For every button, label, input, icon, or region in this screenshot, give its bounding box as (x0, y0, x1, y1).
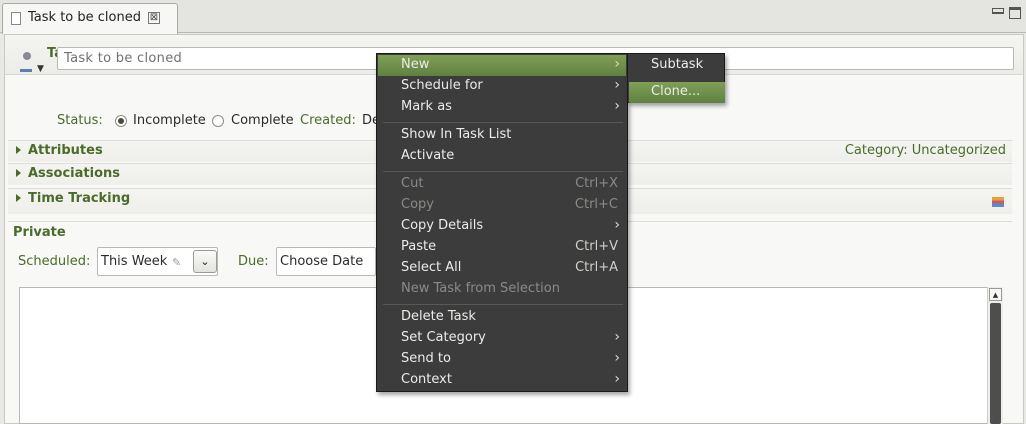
menu-item-copy[interactable]: Copy Ctrl+C (378, 195, 626, 216)
created-label: Created: (300, 113, 356, 128)
submenu-item-clone[interactable]: Clone... (629, 82, 725, 103)
incomplete-radio[interactable] (115, 115, 127, 127)
menu-item-label: Set Category (401, 330, 486, 345)
chevron-down-icon[interactable]: ▼ (37, 64, 44, 74)
menu-shortcut: Ctrl+X (575, 176, 618, 191)
menu-item-mark-as[interactable]: Mark as › (378, 97, 626, 118)
menu-shortcut: Ctrl+V (575, 239, 618, 254)
scheduled-field[interactable]: This Week ✎ ⌄ (97, 247, 218, 276)
chevron-right-icon: › (614, 217, 620, 233)
menu-item-label: Subtask (651, 57, 704, 72)
expand-icon[interactable] (16, 169, 21, 177)
priority-icon[interactable] (20, 69, 32, 72)
menu-item-set-category[interactable]: Set Category › (378, 328, 626, 349)
incomplete-label: Incomplete (133, 113, 206, 128)
menu-separator (383, 122, 623, 123)
maximize-icon[interactable] (1009, 7, 1021, 19)
due-date-field[interactable]: Choose Date (276, 247, 376, 276)
section-title: Attributes (28, 143, 103, 158)
menu-item-label: Show In Task List (401, 127, 512, 142)
complete-radio[interactable] (212, 115, 224, 127)
menu-separator (383, 171, 623, 172)
close-icon[interactable]: ⊠ (148, 12, 160, 24)
status-label: Status: (57, 113, 103, 128)
category-label: Category: Uncategorized (844, 143, 1006, 158)
menu-item-paste[interactable]: Paste Ctrl+V (378, 237, 626, 258)
chevron-right-icon: › (614, 98, 620, 114)
chevron-right-icon: › (614, 329, 620, 345)
menu-item-label: New Task from Selection (401, 281, 560, 296)
submenu-item-subtask[interactable]: Subtask (629, 55, 725, 76)
tab-title: Task to be cloned (28, 10, 141, 25)
menu-item-show-in-task-list[interactable]: Show In Task List (378, 125, 626, 146)
menu-item-label: Delete Task (401, 309, 476, 324)
chevron-right-icon: › (614, 77, 620, 93)
menu-item-label: Mark as (401, 99, 452, 114)
scheduled-value: This Week (101, 254, 168, 269)
editor-tab-bar: Task to be cloned ⊠ (0, 0, 1026, 34)
tab-task-to-be-cloned[interactable]: Task to be cloned ⊠ (2, 3, 178, 34)
chevron-right-icon: › (614, 350, 620, 366)
due-label: Due: (238, 254, 269, 269)
menu-item-label: Send to (401, 351, 451, 366)
section-title: Associations (28, 166, 120, 181)
notes-scrollbar[interactable]: ▲ (987, 287, 1003, 424)
menu-item-send-to[interactable]: Send to › (378, 349, 626, 370)
menu-item-label: Select All (401, 260, 462, 275)
menu-item-label: Copy Details (401, 218, 484, 233)
scroll-thumb[interactable] (990, 303, 1001, 424)
complete-label: Complete (231, 113, 294, 128)
document-icon (11, 12, 21, 25)
new-submenu: Subtask Clone... (627, 53, 725, 103)
menu-item-activate[interactable]: Activate (378, 146, 626, 167)
chevron-right-icon: › (614, 56, 620, 72)
menu-item-label: Schedule for (401, 78, 483, 93)
menu-item-new-task-from-selection[interactable]: New Task from Selection (378, 279, 626, 300)
menu-item-label: Activate (401, 148, 455, 163)
menu-item-select-all[interactable]: Select All Ctrl+A (378, 258, 626, 279)
menu-item-label: Clone... (651, 84, 701, 99)
menu-item-cut[interactable]: Cut Ctrl+X (378, 174, 626, 195)
minimize-icon[interactable] (992, 8, 1004, 14)
menu-item-context[interactable]: Context › (378, 370, 626, 391)
context-menu: New › Schedule for › Mark as › Show In T… (376, 53, 628, 392)
task-status-icon (23, 52, 31, 60)
status-row: Status: Incomplete Complete Created: De (57, 113, 417, 131)
menu-item-label: Copy (401, 197, 434, 212)
menu-item-schedule-for[interactable]: Schedule for › (378, 76, 626, 97)
menu-item-copy-details[interactable]: Copy Details › (378, 216, 626, 237)
pencil-icon[interactable]: ✎ (172, 256, 181, 269)
menu-item-new[interactable]: New › (378, 55, 626, 76)
scroll-up-icon[interactable]: ▲ (989, 288, 1002, 301)
scheduled-label: Scheduled: (18, 254, 91, 269)
section-title: Private (13, 225, 66, 240)
menu-item-label: Cut (401, 176, 424, 191)
chevron-right-icon: › (614, 371, 620, 387)
menu-item-label: Context (401, 372, 452, 387)
menu-shortcut: Ctrl+A (575, 260, 618, 275)
section-title: Time Tracking (28, 191, 131, 206)
menu-item-label: New (401, 57, 430, 72)
due-placeholder: Choose Date (280, 254, 364, 269)
menu-item-label: Paste (401, 239, 437, 254)
expand-icon[interactable] (16, 194, 21, 202)
menu-item-delete-task[interactable]: Delete Task (378, 307, 626, 328)
expand-icon[interactable] (16, 146, 21, 154)
menu-separator (383, 304, 623, 305)
time-chart-icon[interactable] (992, 197, 1004, 207)
menu-shortcut: Ctrl+C (574, 197, 618, 212)
scheduled-dropdown-button[interactable]: ⌄ (193, 250, 217, 273)
